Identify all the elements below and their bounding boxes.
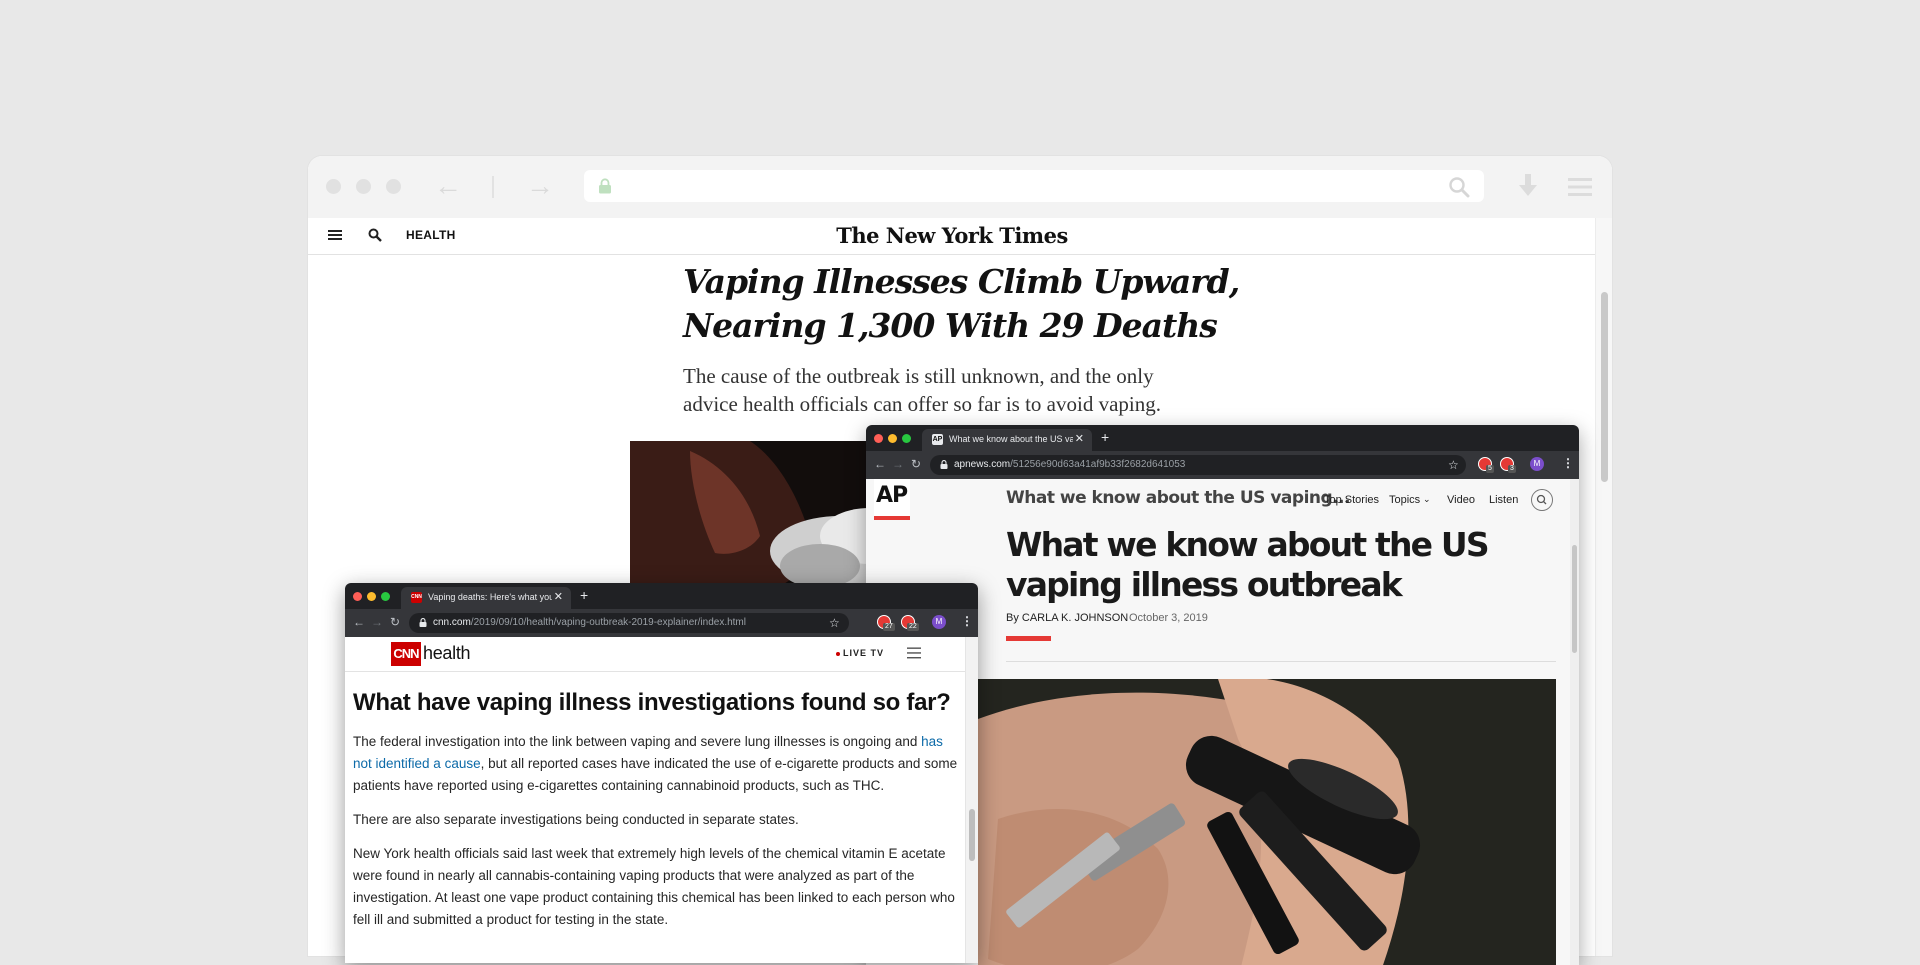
ap-site-header: AP What we know about the US vaping... T… [866,479,1579,520]
close-window-button[interactable] [874,434,883,443]
minimize-window-button[interactable] [367,592,376,601]
cnn-favicon-icon: CNN [411,592,422,603]
close-window-button[interactable] [326,179,341,194]
ap-logo[interactable]: AP [874,479,910,517]
ap-favicon-icon: AP [932,434,943,445]
section-heading: What have vaping illness investigations … [353,689,951,716]
hamburger-menu-icon[interactable] [907,647,921,659]
nav-topics[interactable]: Topics [1389,494,1420,506]
vape-devices-photo-graphic [978,679,1556,965]
address-bar[interactable]: apnews.com/51256e90d63a41af9b33f2682d641… [930,455,1466,475]
maximize-window-button[interactable] [381,592,390,601]
cnn-logo[interactable]: CNN [391,642,421,666]
close-tab-icon[interactable]: ✕ [1075,432,1084,445]
address-bar[interactable]: cnn.com/2019/09/10/health/vaping-outbrea… [409,613,849,633]
lock-icon [940,460,948,469]
page-scrollbar[interactable] [965,637,978,963]
hamburger-menu-icon[interactable] [1568,176,1592,198]
browser-tab[interactable]: CNN Vaping deaths: Here's what you need … [401,587,571,609]
download-icon[interactable] [1518,174,1538,200]
new-tab-icon[interactable]: + [1101,429,1109,445]
close-window-button[interactable] [353,592,362,601]
paragraph: New York health officials said last week… [353,846,955,927]
extension-badge: 3 [1508,465,1516,473]
close-tab-icon[interactable]: ✕ [554,590,563,603]
extension-badge: 5 [1486,465,1494,473]
paragraph: The federal investigation into the link … [353,731,963,797]
nyt-logo[interactable]: The New York Times [308,223,1596,248]
toolbar-divider [492,176,494,198]
address-toolbar: ← → ↻ cnn.com/2019/09/10/health/vaping-o… [345,609,978,637]
forward-arrow-icon[interactable]: → [892,457,904,471]
chevron-down-icon[interactable]: ⌄ [1423,494,1431,505]
nav-listen[interactable]: Listen [1489,494,1518,506]
profile-avatar[interactable]: M [932,615,946,629]
article-byline[interactable]: By CARLA K. JOHNSON [1006,612,1128,624]
more-menu-icon[interactable]: ⋮ [1562,456,1574,470]
paragraph-text: The federal investigation into the link … [353,734,922,749]
section-label[interactable]: health [423,643,471,664]
scrollbar-thumb[interactable] [969,809,975,861]
article-summary: The cause of the outbreak is still unkno… [683,364,1161,416]
back-arrow-icon[interactable]: ← [353,615,365,629]
forward-arrow-icon[interactable]: → [526,172,554,200]
nav-video[interactable]: Video [1447,494,1475,506]
ap-logo-text: AP [876,483,908,508]
tab-title: What we know about the US vaping illness… [949,434,1073,444]
nav-top-stories[interactable]: Top Stories [1324,494,1379,506]
extension-badge: 27 [883,623,895,631]
nyt-header: HEALTH The New York Times [308,218,1596,255]
accent-bar [1006,636,1051,641]
browser-tab[interactable]: AP What we know about the US vaping illn… [922,429,1092,451]
cnn-site-header: CNN health LIVE TV [345,637,965,672]
paragraph: There are also separate investigations b… [353,812,799,827]
address-bar[interactable] [584,170,1484,202]
url-text: apnews.com/51256e90d63a41af9b33f2682d641… [954,459,1186,470]
browser-toolbar: ← → [308,156,1612,219]
profile-avatar[interactable]: M [1530,457,1544,471]
live-tv-link[interactable]: LIVE TV [843,648,884,658]
bookmark-star-icon[interactable]: ☆ [1448,458,1459,472]
article-headline: What we know about the US vaping illness… [1006,525,1490,604]
page-scrollbar[interactable] [1595,218,1612,956]
back-arrow-icon[interactable]: ← [874,457,886,471]
back-arrow-icon[interactable]: ← [434,172,462,200]
address-toolbar: ← → ↻ apnews.com/51256e90d63a41af9b33f26… [866,451,1579,479]
scrollbar-thumb[interactable] [1601,292,1608,482]
scrollbar-thumb[interactable] [1572,545,1577,653]
article-photo [978,679,1556,965]
tab-strip: CNN Vaping deaths: Here's what you need … [345,583,978,609]
live-indicator-dot [836,652,840,656]
minimize-window-button[interactable] [356,179,371,194]
tab-strip: AP What we know about the US vaping illn… [866,425,1579,451]
tab-title: Vaping deaths: Here's what you need to k… [428,592,552,602]
search-icon[interactable] [1531,489,1553,511]
lock-icon [599,178,611,194]
extension-badge: 22 [907,623,919,631]
minimize-window-button[interactable] [888,434,897,443]
url-text: cnn.com/2019/09/10/health/vaping-outbrea… [433,617,746,628]
new-tab-icon[interactable]: + [580,587,588,603]
search-icon[interactable] [1448,176,1470,198]
lock-icon [419,618,427,627]
bookmark-star-icon[interactable]: ☆ [829,616,840,630]
header-article-title: What we know about the US vaping... [1006,488,1351,508]
divider [1006,661,1556,662]
reload-icon[interactable]: ↻ [911,457,921,471]
forward-arrow-icon[interactable]: → [371,615,383,629]
article-date: October 3, 2019 [1129,612,1208,624]
cnn-browser-window: CNN Vaping deaths: Here's what you need … [345,583,978,963]
maximize-window-button[interactable] [386,179,401,194]
more-menu-icon[interactable]: ⋮ [961,614,973,628]
page-scrollbar[interactable] [1570,479,1579,965]
article-headline: Vaping Illnesses Climb Upward, Nearing 1… [683,262,1240,345]
maximize-window-button[interactable] [902,434,911,443]
reload-icon[interactable]: ↻ [390,615,400,629]
ap-logo-underline [874,516,910,520]
